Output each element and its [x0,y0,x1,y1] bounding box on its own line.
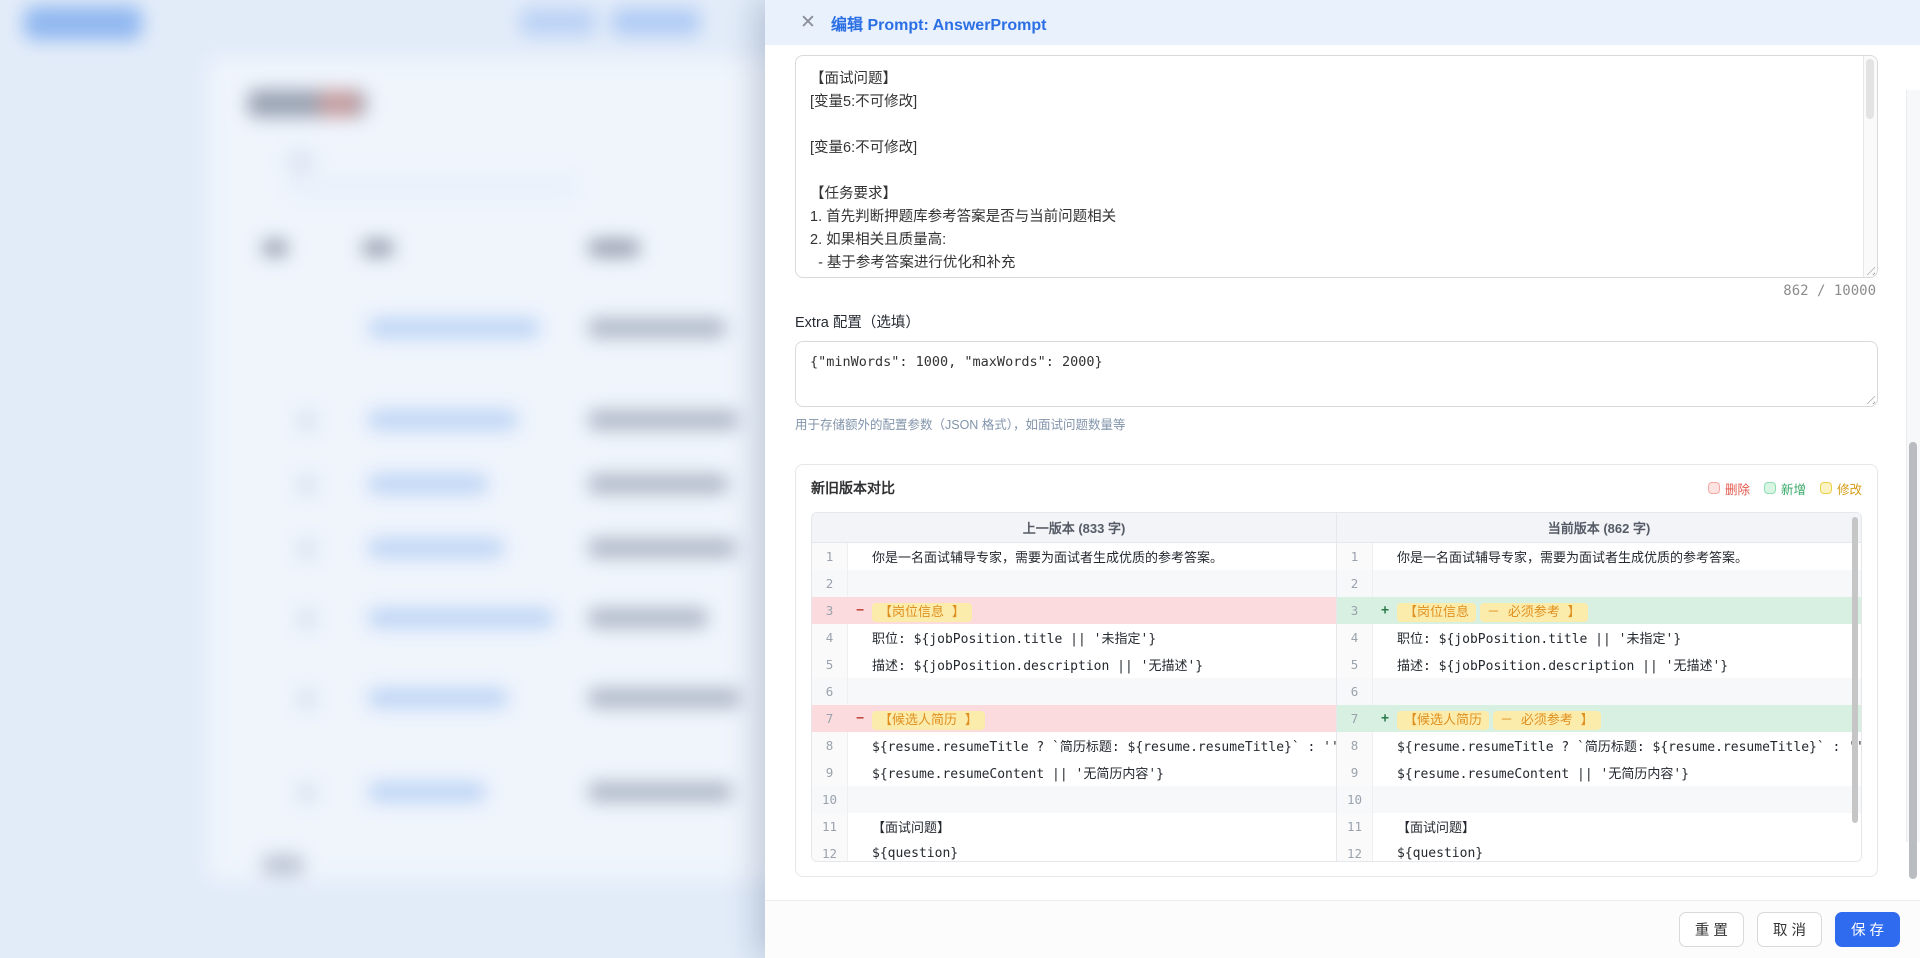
save-button[interactable]: 保 存 [1835,912,1900,947]
diff-line-left: 12${question} [812,840,1337,861]
diff-title: 新旧版本对比 [811,478,895,498]
diff-left-header: 上一版本 (833 字) [812,513,1337,542]
diff-right-header: 当前版本 (862 字) [1337,513,1861,542]
diff-line-right: 8${resume.resumeTitle ? `简历标题: ${resume.… [1337,732,1861,759]
edit-prompt-drawer: ✕ 编辑 Prompt: AnswerPrompt 【面试问题】 [变量5:不可… [765,0,1920,958]
cancel-button[interactable]: 取 消 [1757,912,1822,947]
legend-modified: 修改 [1820,479,1862,498]
diff-row: 22 [812,570,1861,597]
diff-row: 1010 [812,786,1861,813]
extra-config-label: Extra 配置（选填） [795,311,1878,332]
diff-line-left: 7−【候选人简历 】 [812,705,1337,732]
diff-line-right: 7+【候选人简历－ 必须参考 】 [1337,705,1861,732]
diff-line-left: 9${resume.resumeContent || '无简历内容'} [812,759,1337,786]
modified-swatch-icon [1820,482,1832,494]
close-icon[interactable]: ✕ [797,12,819,34]
drawer-title: 编辑 Prompt: AnswerPrompt [831,11,1046,35]
diff-line-left: 4职位: ${jobPosition.title || '未指定'} [812,624,1337,651]
diff-body[interactable]: 1你是一名面试辅导专家，需要为面试者生成优质的参考答案。1你是一名面试辅导专家，… [812,543,1861,861]
diff-line-right: 12${question} [1337,840,1861,861]
diff-line-right: 6 [1337,678,1861,705]
diff-line-right: 10 [1337,786,1861,813]
diff-line-left: 5描述: ${jobPosition.description || '无描述'} [812,651,1337,678]
diff-scrollbar-thumb[interactable] [1852,517,1858,823]
legend-removed: 删除 [1708,479,1750,498]
diff-row: 9${resume.resumeContent || '无简历内容'}9${re… [812,759,1861,786]
diff-row: 4职位: ${jobPosition.title || '未指定'}4职位: $… [812,624,1861,651]
removed-swatch-icon [1708,482,1720,494]
diff-line-right: 4职位: ${jobPosition.title || '未指定'} [1337,624,1861,651]
diff-line-right: 5描述: ${jobPosition.description || '无描述'} [1337,651,1861,678]
diff-line-left: 6 [812,678,1337,705]
diff-row: 3−【岗位信息 】3+【岗位信息－ 必须参考 】 [812,597,1861,624]
diff-legend: 删除 新增 修改 [1708,479,1862,498]
added-swatch-icon [1764,482,1776,494]
diff-row: 8${resume.resumeTitle ? `简历标题: ${resume.… [812,732,1861,759]
diff-table: 上一版本 (833 字) 当前版本 (862 字) 1你是一名面试辅导专家，需要… [811,512,1862,862]
diff-line-right: 1你是一名面试辅导专家，需要为面试者生成优质的参考答案。 [1337,543,1861,570]
reset-button[interactable]: 重 置 [1679,912,1744,947]
drawer-header: ✕ 编辑 Prompt: AnswerPrompt [765,0,1920,45]
legend-added: 新增 [1764,479,1806,498]
diff-line-left: 2 [812,570,1337,597]
diff-row: 5描述: ${jobPosition.description || '无描述'}… [812,651,1861,678]
extra-config-field-box: {"minWords": 1000, "maxWords": 2000} [795,341,1878,407]
prompt-scrollbar-thumb[interactable] [1866,59,1874,119]
prompt-content-field[interactable]: 【面试问题】 [变量5:不可修改] [变量6:不可修改] 【任务要求】 1. 首… [796,56,1877,277]
diff-line-right: 2 [1337,570,1861,597]
diff-line-left: 8${resume.resumeTitle ? `简历标题: ${resume.… [812,732,1337,759]
drawer-scrollbar-thumb[interactable] [1909,442,1917,879]
diff-line-left: 10 [812,786,1337,813]
char-count: 862 / 10000 [795,283,1876,299]
diff-line-right: 9${resume.resumeContent || '无简历内容'} [1337,759,1861,786]
version-diff-card: 新旧版本对比 删除 新增 修改 [795,464,1878,877]
diff-row: 66 [812,678,1861,705]
drawer-scrollbar-track[interactable] [1906,90,1920,842]
diff-row: 11【面试问题】11【面试问题】 [812,813,1861,840]
diff-row: 7−【候选人简历 】7+【候选人简历－ 必须参考 】 [812,705,1861,732]
prompt-scrollbar-track[interactable] [1863,56,1877,277]
prompt-content-field-box: 【面试问题】 [变量5:不可修改] [变量6:不可修改] 【任务要求】 1. 首… [795,55,1878,278]
extra-config-helper: 用于存储额外的配置参数（JSON 格式），如面试问题数量等 [795,414,1878,433]
drawer-footer: 重 置 取 消 保 存 [765,900,1920,958]
screen: ✕ 编辑 Prompt: AnswerPrompt 【面试问题】 [变量5:不可… [0,0,1920,958]
diff-row: 12${question}12${question} [812,840,1861,861]
diff-line-left: 11【面试问题】 [812,813,1337,840]
diff-line-right: 11【面试问题】 [1337,813,1861,840]
diff-row: 1你是一名面试辅导专家，需要为面试者生成优质的参考答案。1你是一名面试辅导专家，… [812,543,1861,570]
diff-line-left: 3−【岗位信息 】 [812,597,1337,624]
extra-config-field[interactable]: {"minWords": 1000, "maxWords": 2000} [796,342,1877,406]
diff-line-right: 3+【岗位信息－ 必须参考 】 [1337,597,1861,624]
drawer-body: 【面试问题】 [变量5:不可修改] [变量6:不可修改] 【任务要求】 1. 首… [765,45,1920,900]
diff-line-left: 1你是一名面试辅导专家，需要为面试者生成优质的参考答案。 [812,543,1337,570]
